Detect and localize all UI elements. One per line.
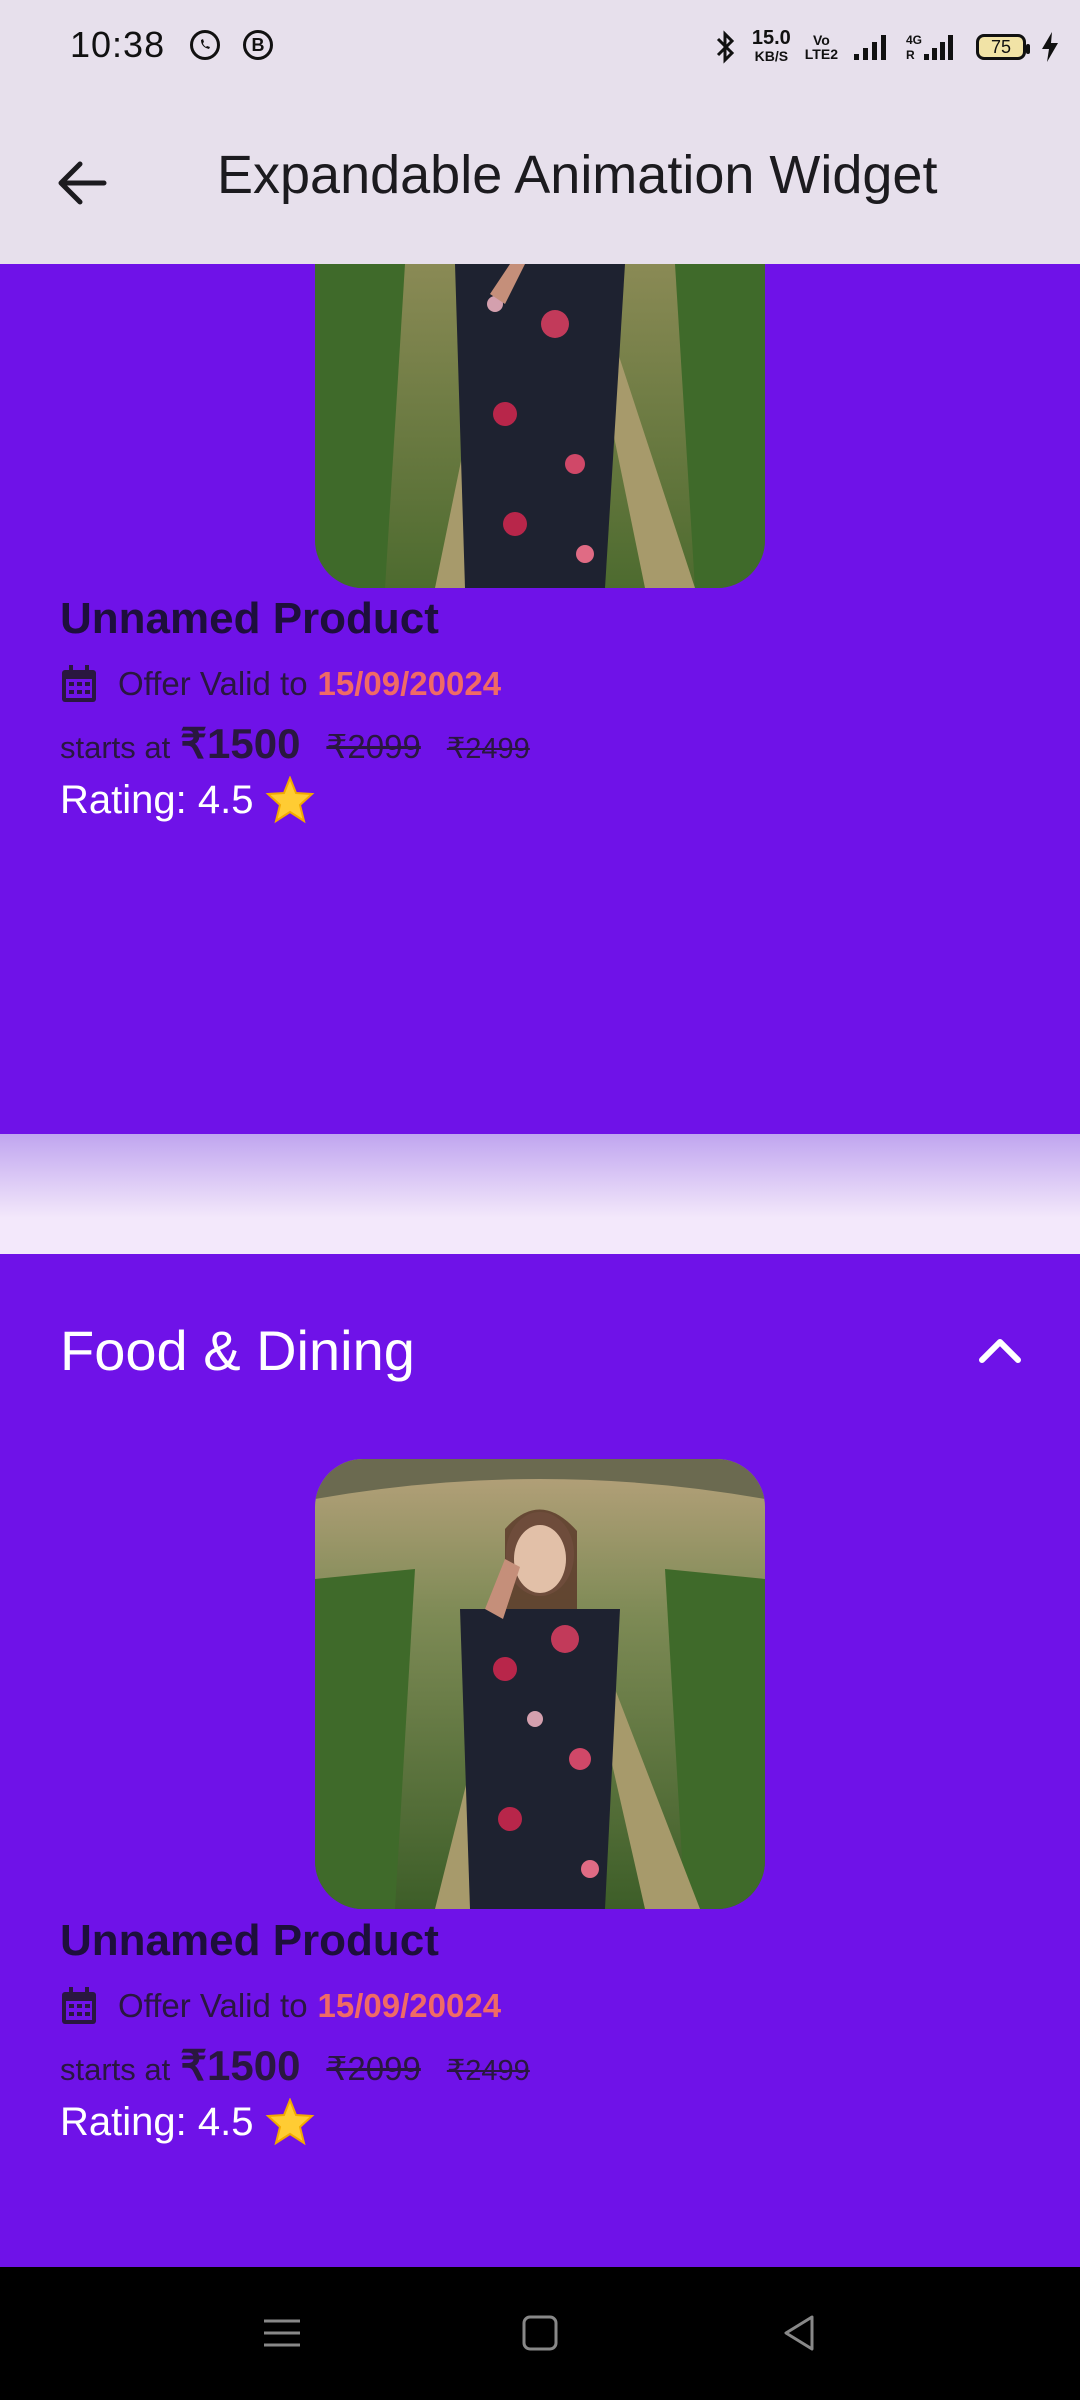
section-title[interactable]: Food & Dining [60,1318,415,1383]
price-row: starts at ₹1500 ₹2099 ₹2499 [60,2041,530,2090]
starts-label: starts at [60,2052,171,2087]
status-bar: 10:38 B 15.0 KB/S Vo LTE2 4G R 75 [0,0,1080,96]
offer-label: Offer Valid to [118,665,308,702]
volte-indicator: Vo LTE2 [804,32,838,62]
business-app-icon: B [243,30,273,60]
star-icon [266,776,315,824]
whatsapp-icon [190,30,220,60]
product-name: Unnamed Product [60,594,439,643]
offer-date: 15/09/20024 [317,665,502,702]
nav-menu-button[interactable] [252,2303,312,2363]
calendar-icon [62,665,96,702]
starts-label: starts at [60,730,171,765]
chevron-up-icon [979,1339,1021,1363]
rating: Rating: 4.5 [60,776,315,824]
star-icon [266,2098,315,2146]
svg-text:4G: 4G [906,33,922,47]
svg-text:R: R [906,48,915,62]
status-time: 10:38 [70,24,166,65]
offer-row: Offer Valid to 15/09/20024 [60,664,501,704]
old-price: ₹2099 [326,728,421,765]
product-name: Unnamed Product [60,1916,439,1965]
offer-label: Offer Valid to [118,1987,308,2024]
collapse-button[interactable] [960,1320,1040,1380]
calendar-icon [62,1987,96,2024]
nav-back-button[interactable] [770,2303,830,2363]
rating: Rating: 4.5 [60,2098,315,2146]
product-image[interactable] [315,264,765,588]
current-price: ₹1500 [180,2042,301,2089]
signal-4g-icon: 4G R [906,33,953,62]
rating-text: Rating: 4.5 [60,777,254,822]
panel-divider [0,1134,1080,1254]
back-triangle-icon [784,2315,814,2351]
battery-icon: 75 [976,34,1030,60]
product-image[interactable] [315,1459,765,1909]
arrow-back-icon [58,161,107,205]
category-panel: Unnamed Product Offer Valid to 15/09/200… [0,264,1080,1134]
signal-icon [854,35,886,60]
category-panel-food-dining: Food & Dining Unnamed Product Offer Vali… [0,1254,1080,2267]
speed-value: 15.0 [751,27,791,49]
network-speed: 15.0 KB/S [751,27,791,65]
nav-home-button[interactable] [510,2303,570,2363]
price-row: starts at ₹1500 ₹2099 ₹2499 [60,719,530,768]
current-price: ₹1500 [180,720,301,767]
charging-icon [1042,32,1058,62]
old-price: ₹2099 [326,2050,421,2087]
offer-date: 15/09/20024 [317,1987,502,2024]
speed-unit: KB/S [754,48,789,64]
back-button[interactable] [48,148,118,218]
offer-row: Offer Valid to 15/09/20024 [60,1986,501,2026]
rating-text: Rating: 4.5 [60,2099,254,2144]
home-square-icon [522,2315,558,2351]
battery-level: 75 [990,36,1012,57]
old-price: ₹2499 [446,733,530,765]
app-bar: Expandable Animation Widget [0,96,1080,264]
old-price: ₹2499 [446,2055,530,2087]
system-nav-bar [0,2267,1080,2400]
bluetooth-icon [716,30,734,64]
page-title: Expandable Animation Widget [217,145,938,205]
menu-icon [264,2319,300,2347]
